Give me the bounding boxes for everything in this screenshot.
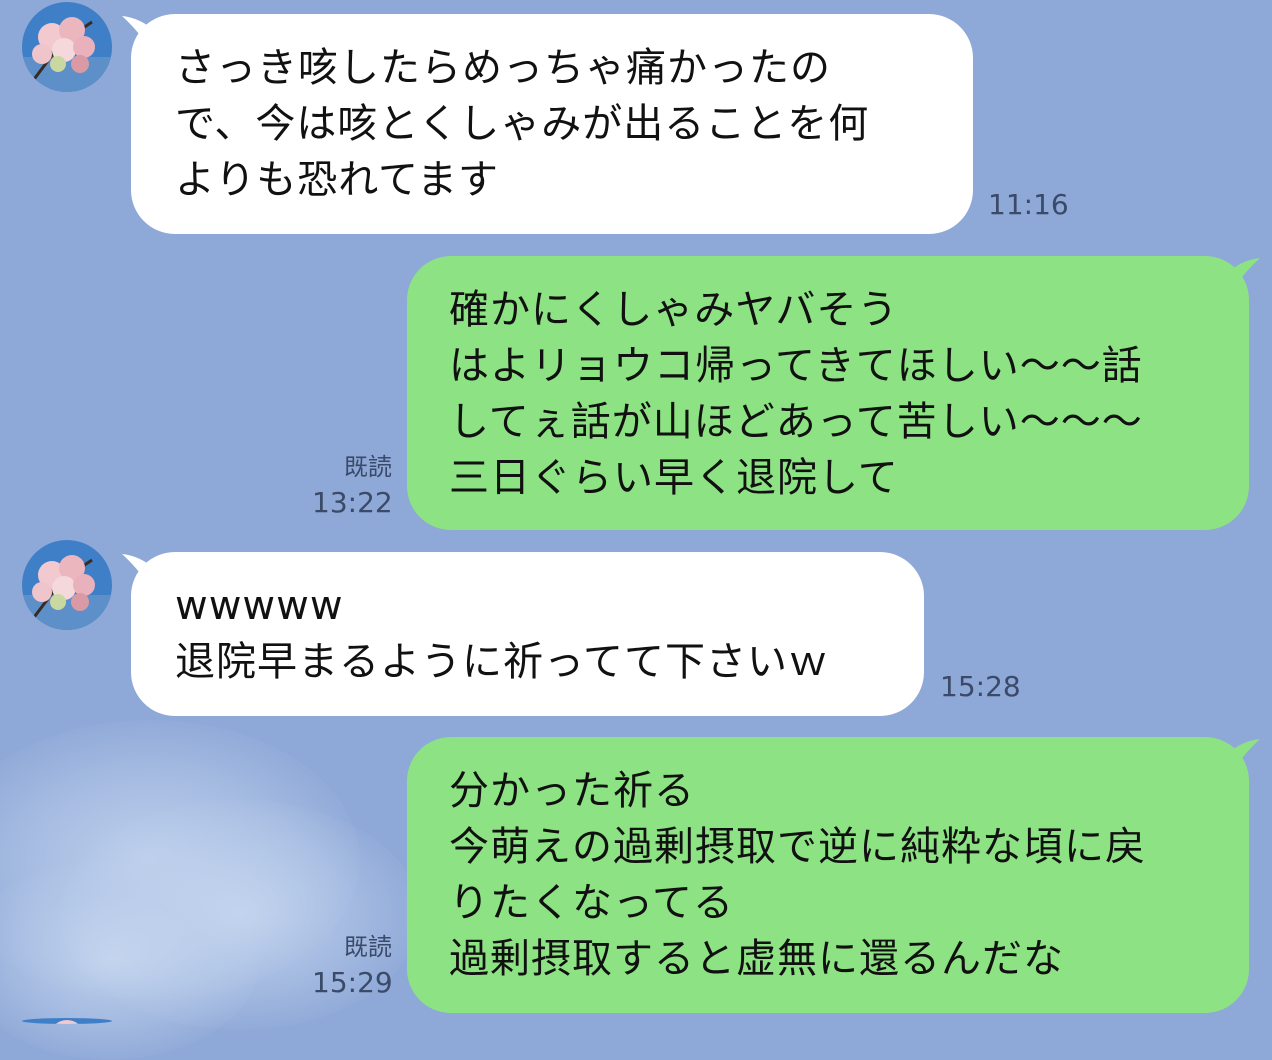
- message-bubble-incoming[interactable]: さっき咳したらめっちゃ痛かったの で、今は咳とくしゃみが出ることを何 よりも恐れ…: [131, 14, 973, 234]
- message-text-line: で、今は咳とくしゃみが出ることを何: [175, 101, 870, 147]
- message-text-line: はよリョウコ帰ってきてほしい〜〜話: [449, 343, 1143, 389]
- message-text-line: よりも恐れてます: [175, 157, 499, 203]
- contact-avatar[interactable]: [22, 540, 112, 630]
- outgoing-bubble-tail: [1224, 258, 1260, 306]
- read-receipt: 既読: [344, 453, 392, 481]
- outgoing-bubble-tail: [1224, 739, 1260, 787]
- read-receipt: 既読: [344, 933, 392, 961]
- message-text-line: 三日ぐらい早く退院して: [449, 455, 899, 501]
- cherry-blossom-avatar-icon: [22, 2, 112, 92]
- cherry-blossom-avatar-icon: [22, 1018, 112, 1024]
- message-timestamp: 15:28: [940, 670, 1021, 703]
- message-bubble-outgoing[interactable]: 分かった祈る 今萌えの過剰摂取で逆に純粋な頃に戻 りたくなってる 過剰摂取すると…: [407, 737, 1249, 1013]
- message-timestamp: 11:16: [988, 188, 1069, 221]
- message-bubble-outgoing[interactable]: 確かにくしゃみヤバそう はよリョウコ帰ってきてほしい〜〜話 してぇ話が山ほどあっ…: [407, 256, 1249, 530]
- message-text-line: 確かにくしゃみヤバそう: [449, 287, 899, 333]
- contact-avatar[interactable]: [22, 1018, 112, 1024]
- message-text-line: 今萌えの過剰摂取で逆に純粋な頃に戻: [449, 824, 1146, 870]
- background-cloud: [0, 860, 260, 1060]
- message-bubble-incoming[interactable]: wwwww 退院早まるように祈ってて下さいｗ: [131, 552, 924, 716]
- background-cloud: [0, 720, 360, 1000]
- message-text-line: 分かった祈る: [449, 768, 695, 814]
- cherry-blossom-avatar-icon: [22, 540, 112, 630]
- message-text-line: 過剰摂取すると虚無に還るんだな: [449, 936, 1064, 982]
- message-text-line: 退院早まるように祈ってて下さいｗ: [175, 639, 829, 685]
- message-text-line: りたくなってる: [449, 880, 734, 926]
- message-text-line: wwwww: [175, 583, 344, 629]
- message-text-line: してぇ話が山ほどあって苦しい〜〜〜: [449, 399, 1143, 445]
- message-timestamp: 15:29: [312, 966, 393, 999]
- message-text-line: さっき咳したらめっちゃ痛かったの: [175, 45, 831, 91]
- message-timestamp: 13:22: [312, 486, 393, 519]
- contact-avatar[interactable]: [22, 2, 112, 92]
